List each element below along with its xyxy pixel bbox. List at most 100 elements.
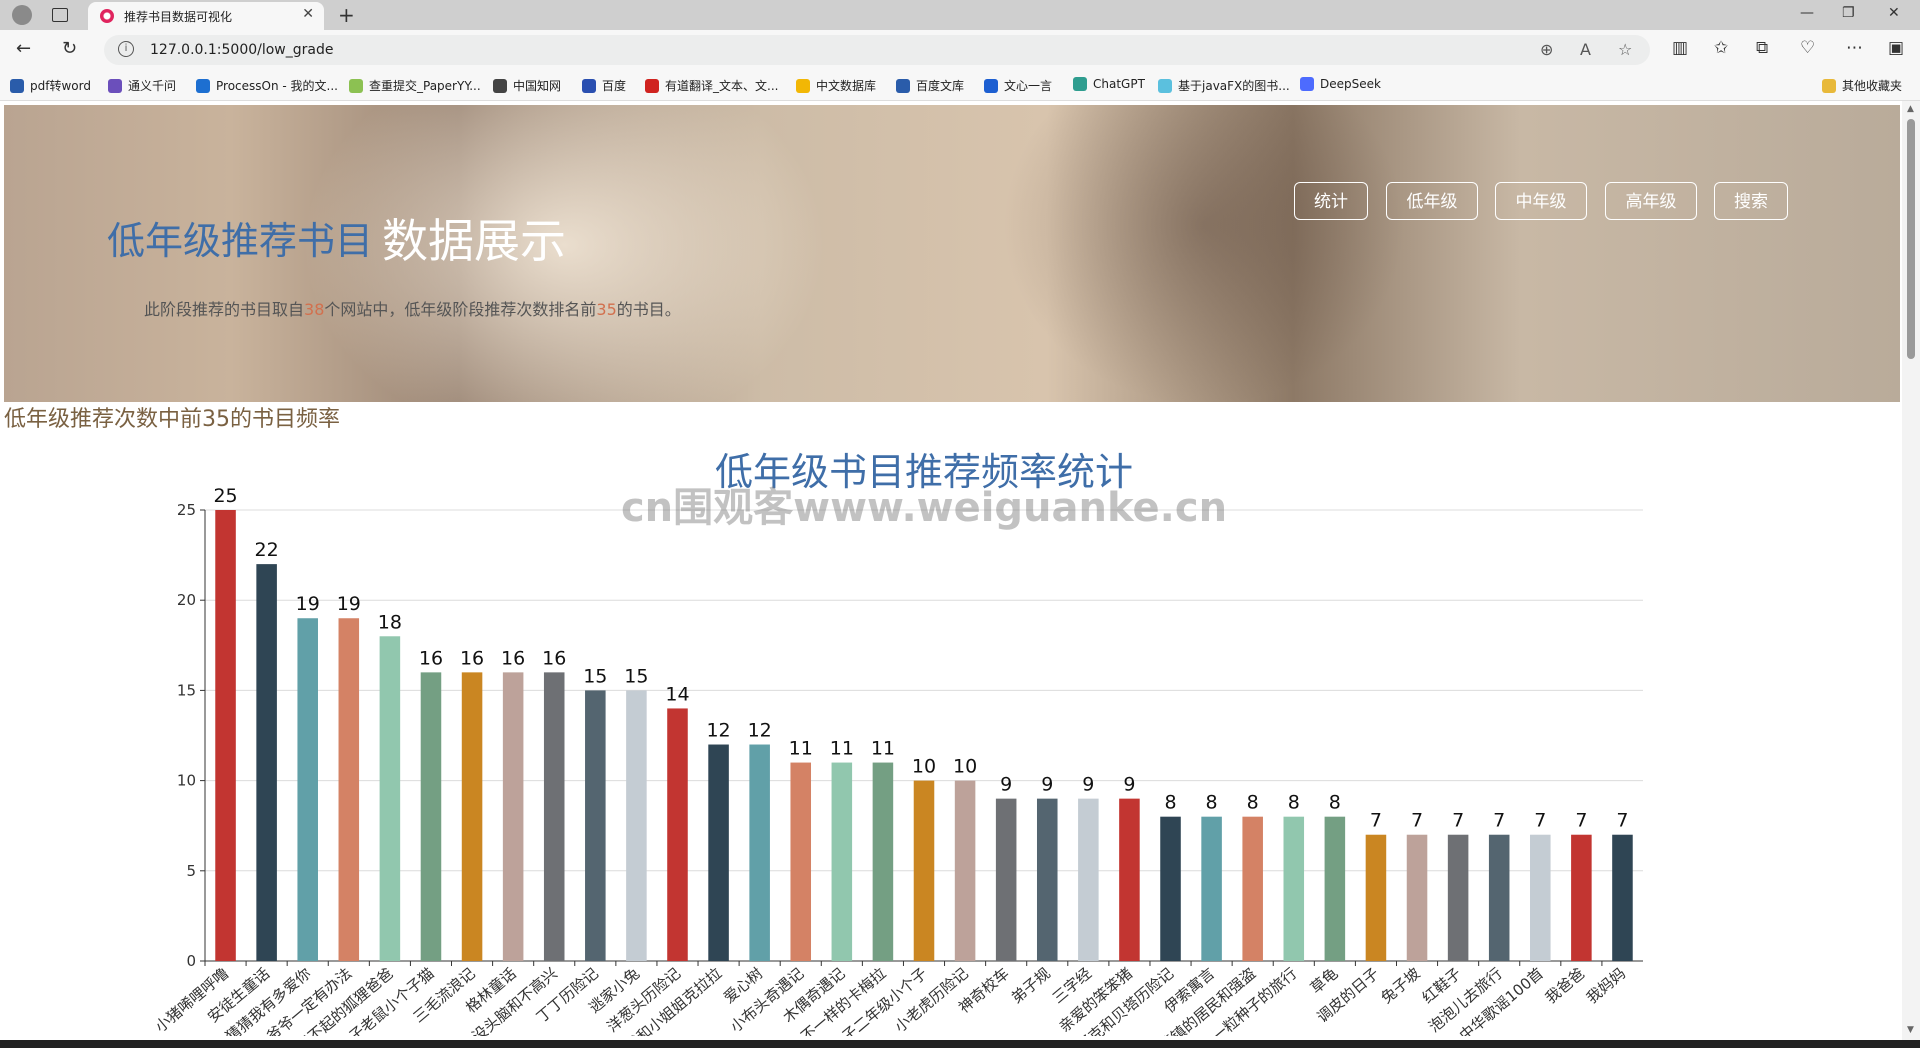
bar-value-label: 9 <box>1123 774 1135 796</box>
chart-bar <box>1447 834 1469 961</box>
sidebar-icon[interactable]: ▣ <box>1888 38 1904 58</box>
y-tick-label: 0 <box>186 952 196 970</box>
bar-value-label: 7 <box>1616 810 1628 832</box>
site-count: 38 <box>304 300 325 319</box>
chart-bar <box>913 780 935 961</box>
nav-stats-button[interactable]: 统计 <box>1294 182 1368 220</box>
bookmark-item[interactable]: 中文数据库 <box>796 77 876 94</box>
chart-bar <box>256 564 277 961</box>
browser-essentials-icon[interactable]: ♡ <box>1800 38 1815 58</box>
bar-value-label: 7 <box>1452 810 1464 832</box>
bookmark-label: 通义千问 <box>128 79 177 93</box>
top-count: 35 <box>596 300 617 319</box>
nav-high-grade-button[interactable]: 高年级 <box>1605 182 1697 220</box>
bar-value-label: 8 <box>1329 792 1341 814</box>
bookmark-label: 中文数据库 <box>816 79 877 93</box>
bookmark-favicon-icon <box>984 79 998 93</box>
bar-value-label: 14 <box>665 683 689 705</box>
refresh-icon[interactable]: ↻ <box>62 38 77 59</box>
chart-bar <box>502 672 524 961</box>
chart-bar <box>1119 798 1140 961</box>
chart-bar <box>872 762 894 961</box>
hero-title-accent: 数据展示 <box>382 214 566 268</box>
read-aloud-icon[interactable]: A <box>1580 40 1591 59</box>
chart-bar <box>585 690 606 961</box>
page-content: 低年级推荐书目 数据展示 此阶段推荐的书目取自38个网站中，低年级阶段推荐次数排… <box>0 101 1902 1040</box>
chart-bar <box>1571 834 1592 961</box>
chart-bar <box>1201 816 1222 961</box>
bookmark-favicon-icon <box>896 79 910 93</box>
bar-value-label: 19 <box>296 593 320 615</box>
chart-bar <box>1283 816 1305 961</box>
site-info-icon[interactable]: i <box>118 41 134 57</box>
bar-value-label: 19 <box>337 593 361 615</box>
bookmark-item[interactable]: 查重提交_PaperYY... <box>349 77 481 94</box>
chart-bar <box>831 762 853 961</box>
scroll-down-icon[interactable]: ▼ <box>1907 1025 1914 1035</box>
chart-bar <box>1160 816 1181 961</box>
minimize-icon[interactable]: — <box>1800 5 1814 21</box>
bookmark-item[interactable]: 有道翻译_文本、文... <box>645 77 778 94</box>
bookmark-item[interactable]: 文心一言 <box>984 77 1052 94</box>
bookmark-item[interactable]: pdf转word <box>10 77 91 94</box>
bar-value-label: 9 <box>1041 774 1053 796</box>
bar-value-label: 7 <box>1370 810 1382 832</box>
tab-actions-icon[interactable] <box>52 8 68 22</box>
bookmark-item[interactable]: 基于javaFX的图书... <box>1158 77 1290 94</box>
bar-value-label: 11 <box>789 738 813 760</box>
profile-icon[interactable] <box>12 5 32 25</box>
bar-value-label: 7 <box>1575 810 1587 832</box>
bookmark-favicon-icon <box>796 79 810 93</box>
bookmark-label: 中国知网 <box>513 79 562 93</box>
bookmark-item[interactable]: 通义千问 <box>108 77 176 94</box>
bookmark-item[interactable]: 中国知网 <box>493 77 561 94</box>
section-title: 低年级推荐次数中前35的书目频率 <box>4 407 340 432</box>
scroll-up-icon[interactable]: ▲ <box>1907 104 1914 114</box>
nav-search-button[interactable]: 搜索 <box>1714 182 1788 220</box>
bookmark-item[interactable]: 百度文库 <box>896 77 964 94</box>
chart-bar <box>995 798 1017 961</box>
bar-value-label: 16 <box>542 647 566 669</box>
bookmark-item[interactable]: ProcessOn - 我的文... <box>196 77 338 94</box>
x-tick-label: 兔子坡 <box>1378 964 1424 1007</box>
chart-bar <box>1324 816 1346 961</box>
zoom-icon[interactable]: ⊕ <box>1540 40 1553 59</box>
bookmark-label: 有道翻译_文本、文... <box>665 79 779 93</box>
restore-icon[interactable]: ❐ <box>1842 5 1855 21</box>
chart-bar <box>1078 798 1099 961</box>
chart-bar <box>543 672 565 961</box>
bar-value-label: 8 <box>1206 792 1218 814</box>
y-tick-label: 10 <box>177 772 196 790</box>
chart-bar <box>749 744 770 961</box>
bookmark-label: 文心一言 <box>1004 79 1053 93</box>
nav-mid-grade-button[interactable]: 中年级 <box>1495 182 1587 220</box>
url-text[interactable]: 127.0.0.1:5000/low_grade <box>150 42 333 58</box>
new-tab-icon[interactable]: + <box>338 3 355 27</box>
other-bookmarks-folder[interactable]: 其他收藏夹 <box>1822 77 1902 94</box>
bookmark-item[interactable]: DeepSeek <box>1300 77 1381 91</box>
browser-tab-active[interactable]: 推荐书目数据可视化 ✕ <box>88 2 324 30</box>
bar-value-label: 12 <box>706 720 730 742</box>
nav-low-grade-button[interactable]: 低年级 <box>1386 182 1478 220</box>
bookmark-item[interactable]: ChatGPT <box>1073 77 1145 91</box>
split-screen-icon[interactable]: ▥ <box>1672 38 1688 58</box>
collections-icon[interactable]: ⧉ <box>1756 38 1768 58</box>
favorite-star-icon[interactable]: ☆ <box>1618 40 1632 59</box>
scroll-thumb[interactable] <box>1907 119 1915 359</box>
back-icon[interactable]: ← <box>16 38 31 59</box>
scrollbar[interactable]: ▲ ▼ <box>1902 101 1920 1040</box>
chart-bar <box>1612 834 1633 961</box>
bookmark-item[interactable]: 百度 <box>582 77 626 94</box>
favorites-icon[interactable]: ✩ <box>1714 38 1728 58</box>
chart-bar <box>790 762 812 961</box>
bar-chart: 低年级书目推荐频率统计051015202525小猪唏哩呼噜22安徒生童话19猜猜… <box>152 450 1643 1036</box>
bar-value-label: 7 <box>1411 810 1423 832</box>
hero-title: 低年级推荐书目 <box>107 219 374 263</box>
other-bookmarks-label: 其他收藏夹 <box>1842 79 1903 93</box>
tab-close-icon[interactable]: ✕ <box>302 6 314 22</box>
more-menu-icon[interactable]: ⋯ <box>1846 38 1863 58</box>
y-tick-label: 20 <box>177 591 196 609</box>
address-bar[interactable]: i 127.0.0.1:5000/low_grade ⊕ A ☆ <box>104 35 1650 65</box>
bar-value-label: 7 <box>1493 810 1505 832</box>
close-window-icon[interactable]: ✕ <box>1888 5 1900 21</box>
